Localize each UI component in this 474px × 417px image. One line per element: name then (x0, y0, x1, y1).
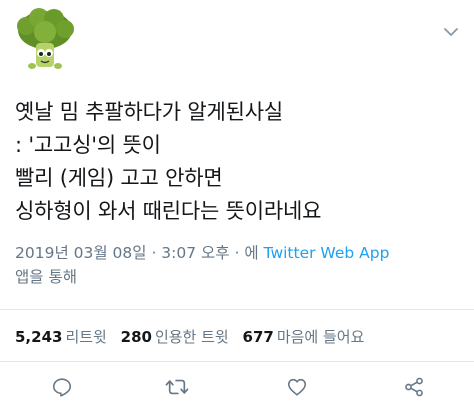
tweet-timestamp[interactable]: 2019년 03월 08일 · 3:07 오후 · 에 (15, 244, 259, 262)
tweet-menu-button[interactable] (444, 22, 458, 41)
likes-count: 677 (242, 328, 274, 346)
quotes-stat[interactable]: 280 인용한 트윗 (121, 328, 229, 346)
quotes-label: 인용한 트윗 (154, 328, 229, 346)
reply-icon (52, 378, 72, 397)
tweet-text: 옛날 밈 추팔하다가 알게된사실 : '고고싱'의 뜻이 빨리 (게임) 고고 … (15, 96, 465, 228)
divider (0, 309, 474, 310)
tweet-line: : '고고싱'의 뜻이 (15, 133, 161, 157)
tweet-meta: 2019년 03월 08일 · 3:07 오후 · 에 Twitter Web … (15, 241, 465, 289)
tweet-line: 싱하형이 와서 때린다는 뜻이라네요 (15, 199, 322, 223)
retweets-stat[interactable]: 5,243 리트윗 (15, 328, 107, 346)
share-button[interactable] (400, 373, 428, 401)
avatar[interactable] (14, 8, 76, 74)
via-suffix: 앱을 통해 (15, 268, 77, 286)
retweets-label: 리트윗 (65, 328, 107, 346)
divider (0, 361, 474, 362)
heart-icon (287, 378, 307, 396)
reply-button[interactable] (48, 373, 76, 401)
source-app-link[interactable]: Twitter Web App (264, 244, 390, 262)
tweet-line: 옛날 밈 추팔하다가 알게된사실 (15, 100, 283, 124)
share-icon (405, 377, 423, 397)
retweet-icon (165, 379, 189, 395)
retweets-count: 5,243 (15, 328, 63, 346)
tweet-actions (0, 367, 474, 407)
chevron-down-icon (444, 28, 458, 36)
like-button[interactable] (283, 373, 311, 401)
quotes-count: 280 (120, 328, 152, 346)
tweet-line: 빨리 (게임) 고고 안하면 (15, 166, 223, 190)
tweet-stats: 5,243 리트윗 280 인용한 트윗 677 마음에 들어요 (15, 326, 373, 347)
likes-stat[interactable]: 677 마음에 들어요 (243, 328, 365, 346)
likes-label: 마음에 들어요 (276, 328, 365, 346)
retweet-button[interactable] (163, 373, 191, 401)
broccoli-avatar-icon (17, 8, 74, 69)
